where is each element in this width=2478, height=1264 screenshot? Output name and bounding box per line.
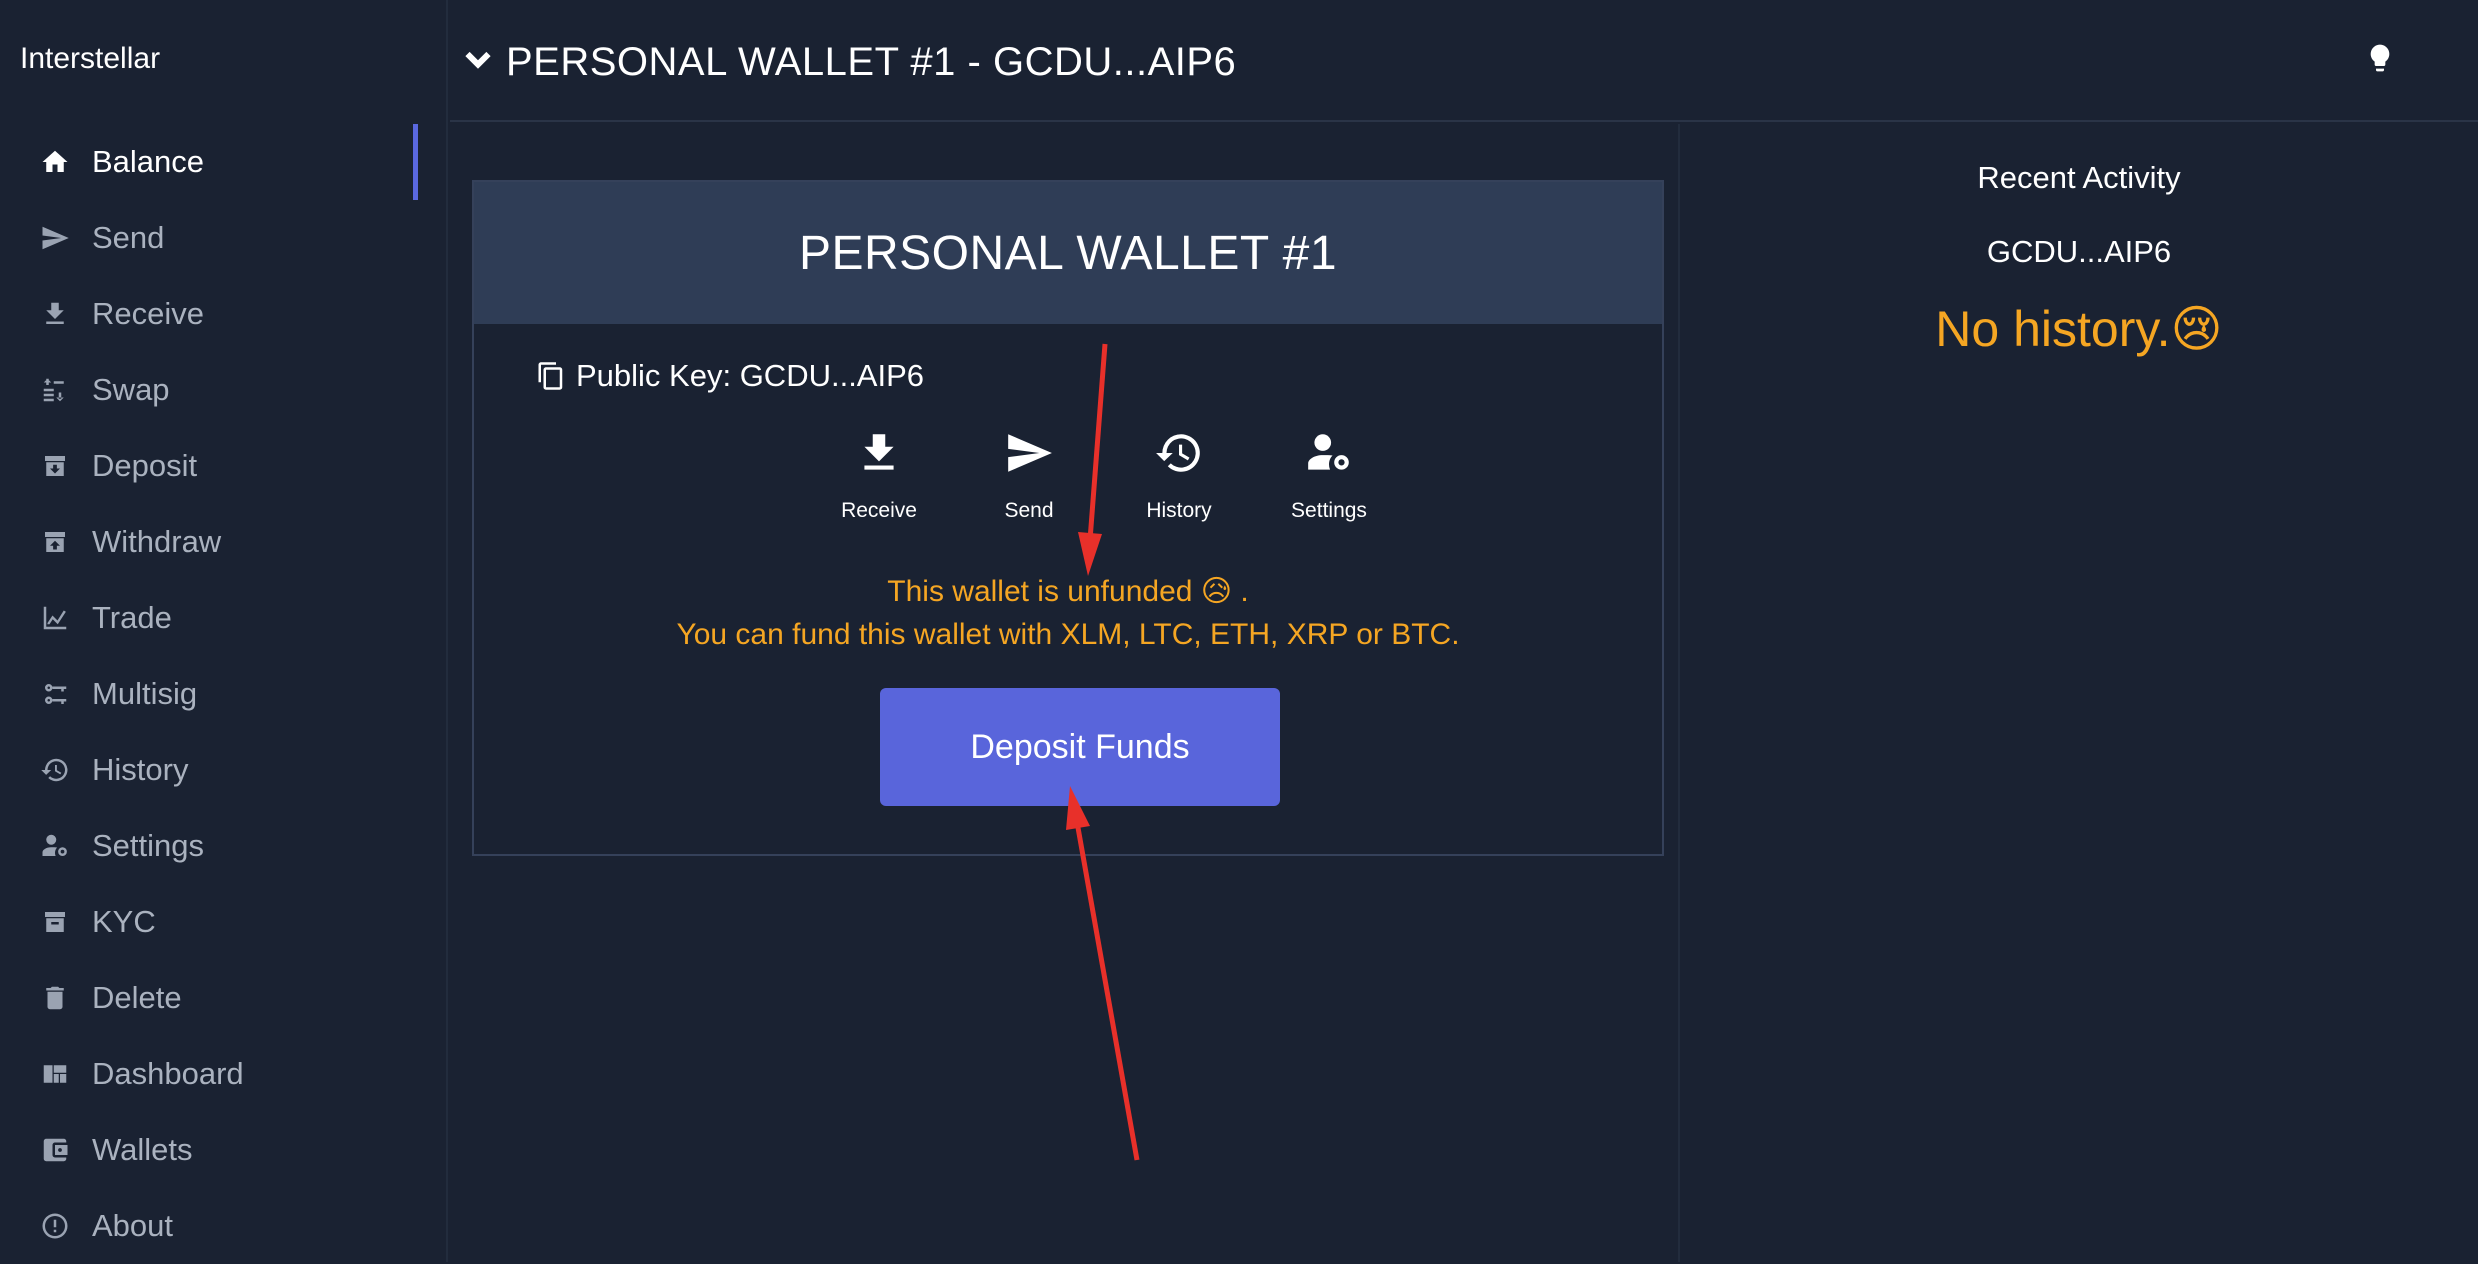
top-header: PERSONAL WALLET #1 - GCDU...AIP6 [450,0,2478,122]
no-history-message: No history.😢 [1935,301,2223,357]
send-icon [38,221,72,255]
page-title: PERSONAL WALLET #1 - GCDU...AIP6 [506,40,1237,84]
sidebar-item-dashboard[interactable]: Dashboard [0,1036,448,1112]
sidebar-item-label: Multisig [92,676,198,711]
user-settings-icon [1304,428,1354,483]
chevron-down-icon[interactable] [460,42,496,78]
sidebar-item-settings[interactable]: Settings [0,808,448,884]
wallet-actions: Receive Send History Settings [804,428,1404,523]
download-icon [854,428,904,483]
download-icon [38,297,72,331]
fund-instructions: You can fund this wallet with XLM, LTC, … [676,618,1460,651]
send-label: Send [1004,499,1054,522]
trash-icon [38,981,72,1015]
sidebar-item-delete[interactable]: Delete [0,960,448,1036]
info-icon [38,1209,72,1243]
sidebar-item-label: History [92,752,189,787]
receive-label: Receive [841,499,917,522]
wallet-card: PERSONAL WALLET #1 Public Key: GCDU...AI… [472,180,1664,856]
send-icon [1004,428,1054,483]
sidebar-item-label: Delete [92,980,182,1015]
main-content: PERSONAL WALLET #1 Public Key: GCDU...AI… [450,124,1678,1262]
public-key-text: Public Key: GCDU...AIP6 [576,358,925,393]
app-title: Interstellar [20,42,161,75]
wallet-name: PERSONAL WALLET #1 [798,226,1338,280]
history-label: History [1146,499,1212,522]
wallet-card-header: PERSONAL WALLET #1 [474,182,1662,324]
recent-activity-key: GCDU...AIP6 [1986,234,2172,269]
sidebar-item-label: Receive [92,296,204,331]
sidebar-item-label: Withdraw [92,524,222,559]
sidebar-item-multisig[interactable]: Multisig [0,656,448,732]
swap-icon [38,373,72,407]
sidebar-item-kyc[interactable]: KYC [0,884,448,960]
wallet-icon [38,1133,72,1167]
chart-icon [38,601,72,635]
sidebar-item-label: About [92,1208,174,1243]
settings-button[interactable]: Settings [1254,428,1404,523]
copy-icon[interactable] [536,360,566,392]
sidebar-item-label: Settings [92,828,205,863]
history-button[interactable]: History [1104,428,1254,523]
archive-icon [38,449,72,483]
sidebar-item-history[interactable]: History [0,732,448,808]
sidebar-item-trade[interactable]: Trade [0,580,448,656]
sidebar-item-label: Swap [92,372,170,407]
history-icon [1154,428,1204,483]
deposit-funds-button[interactable]: Deposit Funds [880,688,1280,806]
sidebar-item-label: Deposit [92,448,198,483]
sidebar-item-deposit[interactable]: Deposit [0,428,448,504]
sidebar-item-balance[interactable]: Balance [0,124,448,200]
key-icon [38,677,72,711]
sidebar-item-label: Balance [92,144,205,179]
id-box-icon [38,905,72,939]
dashboard-icon [38,1057,72,1091]
sidebar-item-receive[interactable]: Receive [0,276,448,352]
sidebar-item-label: Wallets [92,1132,193,1167]
sidebar-item-swap[interactable]: Swap [0,352,448,428]
public-key[interactable]: Public Key: GCDU...AIP6 [536,358,924,394]
unarchive-icon [38,525,72,559]
sidebar-nav: Balance Send Receive Swap Deposit Withdr… [0,124,448,1264]
sidebar-item-label: Trade [92,600,172,635]
sidebar-item-label: Send [92,220,165,255]
sidebar-item-label: Dashboard [92,1056,244,1091]
lightbulb-icon[interactable] [2364,40,2396,76]
sidebar-item-withdraw[interactable]: Withdraw [0,504,448,580]
home-icon [38,145,72,179]
sidebar-item-label: KYC [92,904,156,939]
send-button[interactable]: Send [954,428,1104,523]
sidebar-item-send[interactable]: Send [0,200,448,276]
user-settings-icon [38,829,72,863]
history-icon [38,753,72,787]
sidebar-item-wallets[interactable]: Wallets [0,1112,448,1188]
unfunded-message: This wallet is unfunded 😥 . [887,575,1249,608]
sidebar-item-about[interactable]: About [0,1188,448,1264]
sidebar: Interstellar Balance Send Receive Swap D… [0,0,448,1262]
settings-label: Settings [1291,499,1367,522]
receive-button[interactable]: Receive [804,428,954,523]
recent-activity-title: Recent Activity [1977,160,2181,195]
recent-activity-panel: Recent Activity GCDU...AIP6 No history.😢 [1678,124,2478,1262]
